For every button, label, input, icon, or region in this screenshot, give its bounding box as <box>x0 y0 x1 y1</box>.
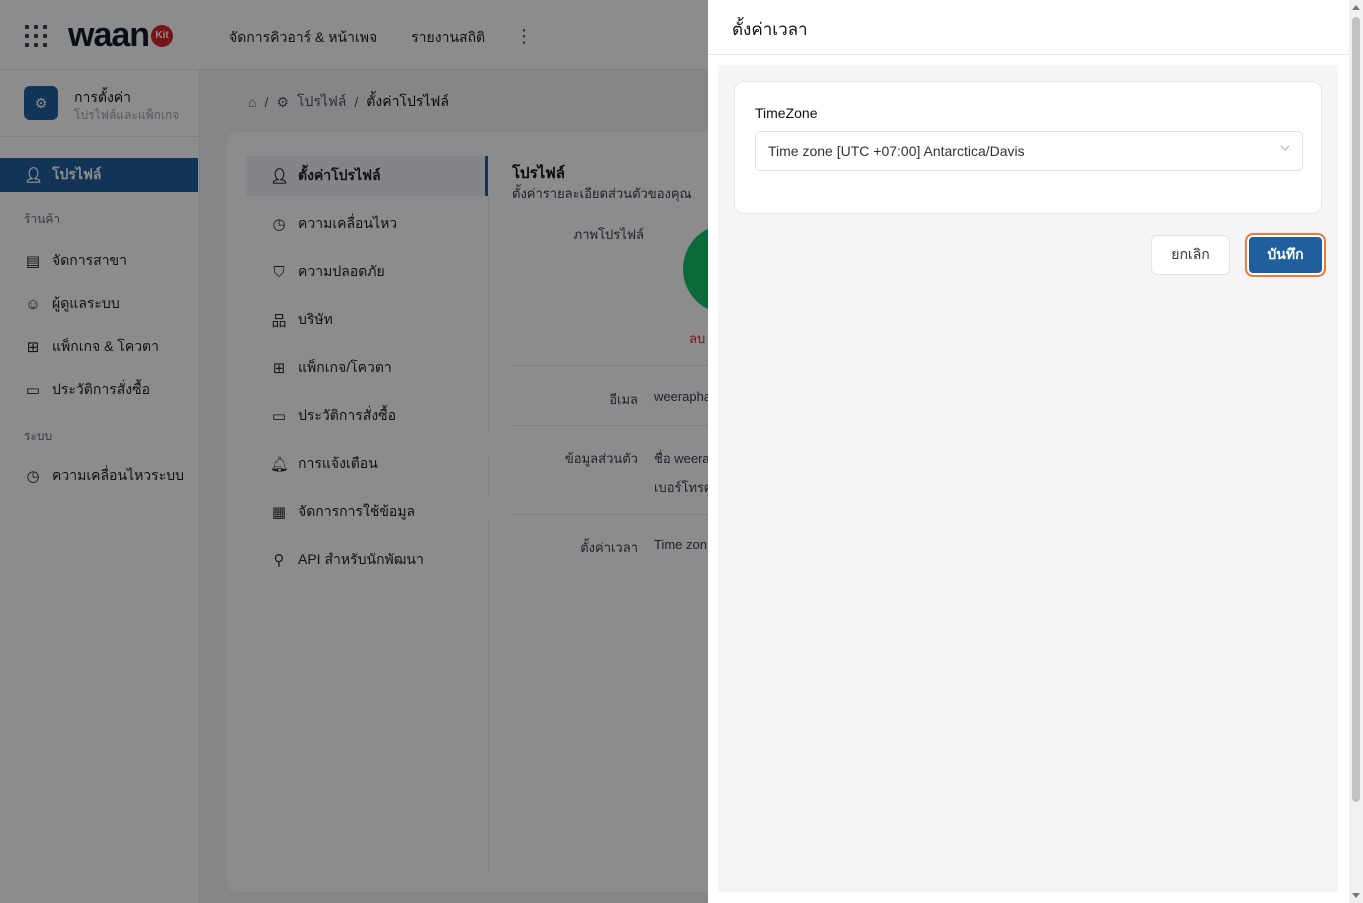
timezone-card: TimeZone Time zone [UTC +07:00] Antarcti… <box>734 81 1322 214</box>
chevron-down-icon <box>1280 145 1290 151</box>
drawer-title: ตั้งค่าเวลา <box>732 20 808 39</box>
timezone-select[interactable]: Time zone [UTC +07:00] Antarctica/Davis <box>755 131 1303 171</box>
timezone-drawer: ตั้งค่าเวลา TimeZone Time zone [UTC +07:… <box>708 0 1363 903</box>
drawer-body: TimeZone Time zone [UTC +07:00] Antarcti… <box>718 65 1338 892</box>
scroll-down-arrow-icon[interactable] <box>1352 893 1360 898</box>
timezone-label: TimeZone <box>755 105 818 121</box>
cancel-button[interactable]: ยกเลิก <box>1151 235 1230 275</box>
drawer-header: ตั้งค่าเวลา <box>708 0 1349 55</box>
scrollbar-thumb[interactable] <box>1352 17 1360 802</box>
scroll-up-arrow-icon[interactable] <box>1352 5 1360 10</box>
timezone-selected-value: Time zone [UTC +07:00] Antarctica/Davis <box>768 143 1025 159</box>
scrollbar[interactable] <box>1349 0 1363 903</box>
save-button[interactable]: บันทึก <box>1245 233 1326 277</box>
